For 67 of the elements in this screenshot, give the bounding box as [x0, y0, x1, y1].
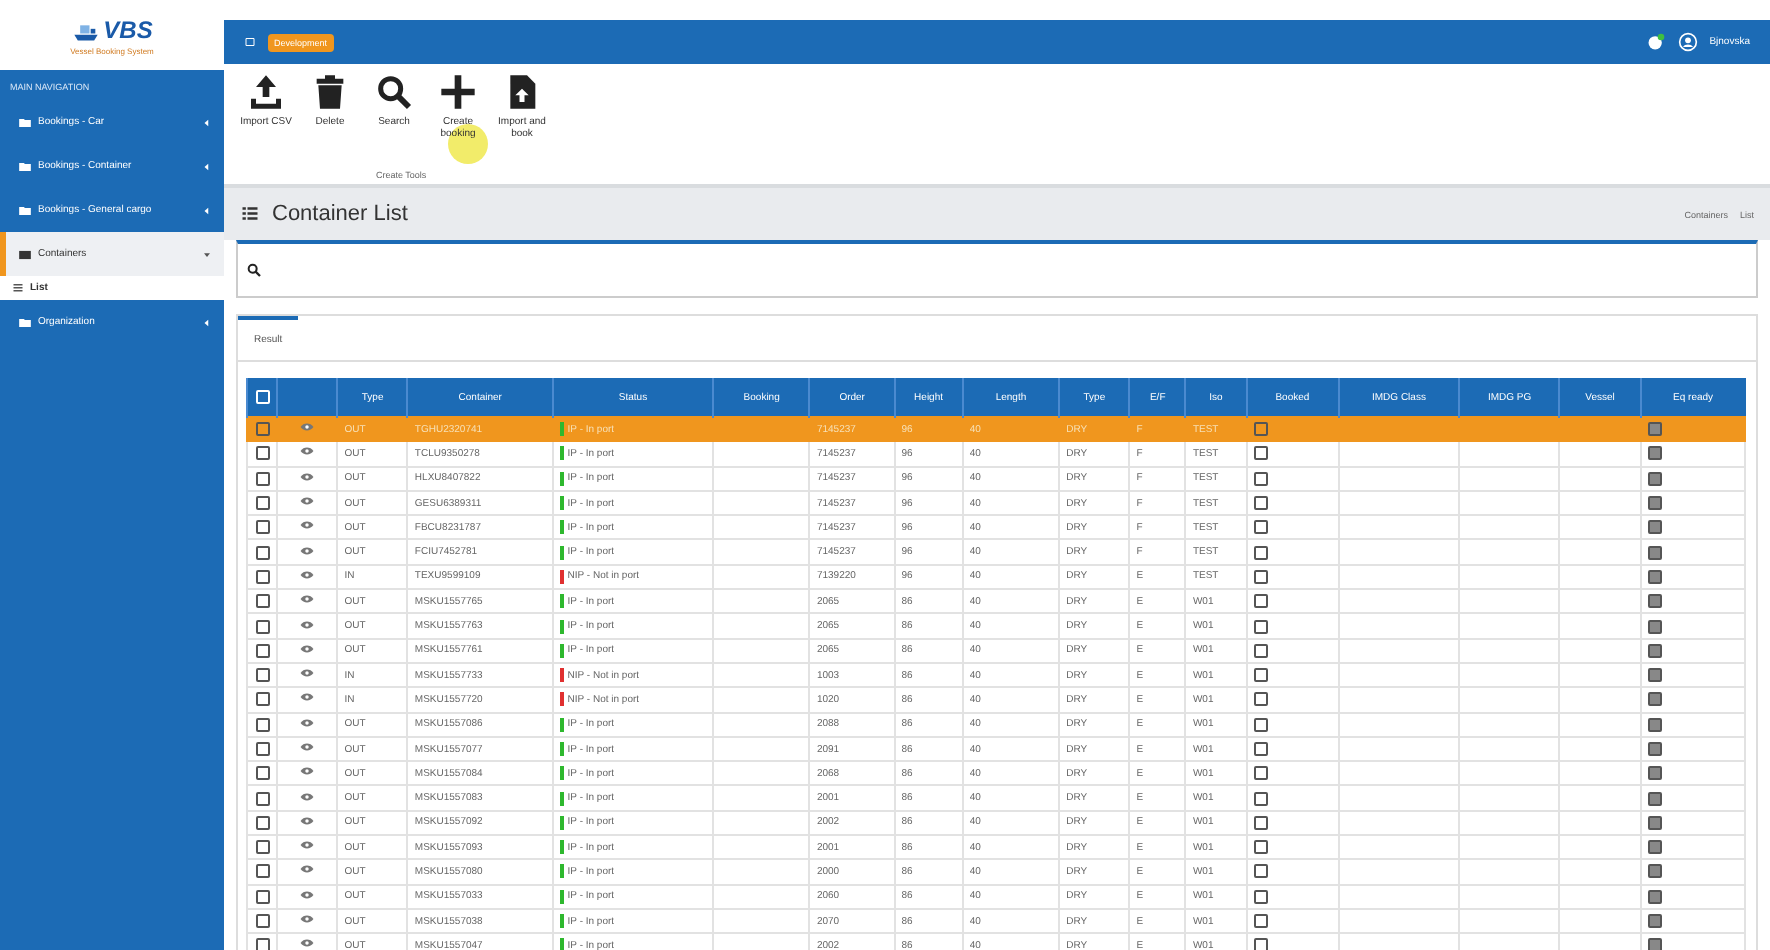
search-field[interactable]	[236, 240, 1758, 298]
eye-icon[interactable]	[300, 912, 315, 927]
row-checkbox[interactable]	[255, 471, 270, 486]
eye-icon[interactable]	[300, 887, 315, 902]
row-checkbox[interactable]	[255, 791, 270, 806]
window-icon[interactable]	[244, 36, 256, 48]
search-icon	[374, 72, 414, 112]
caret-icon	[202, 205, 212, 215]
select-all-checkbox[interactable]	[255, 390, 270, 404]
upload-icon	[246, 72, 286, 112]
user-icon[interactable]	[1677, 32, 1698, 52]
eye-icon[interactable]	[300, 469, 315, 484]
row-checkbox[interactable]	[255, 692, 270, 707]
eye-icon[interactable]	[300, 690, 315, 705]
notification-icon[interactable]	[1645, 32, 1666, 52]
logo-text: VBS	[103, 15, 153, 43]
eye-icon[interactable]	[300, 592, 315, 607]
row-checkbox[interactable]	[255, 545, 270, 560]
caret-icon	[202, 117, 212, 127]
eye-icon[interactable]	[300, 740, 315, 754]
folder-icon	[18, 315, 32, 329]
row-checkbox[interactable]	[255, 938, 270, 950]
folder-icon	[18, 115, 32, 129]
eye-icon[interactable]	[300, 715, 315, 730]
row-checkbox[interactable]	[255, 742, 270, 756]
eye-icon[interactable]	[300, 838, 315, 853]
list-icon	[12, 282, 24, 294]
row-checkbox[interactable]	[255, 594, 270, 609]
folder-icon	[18, 159, 32, 173]
plus-icon	[438, 72, 478, 112]
row-checkbox[interactable]	[255, 815, 270, 830]
eye-icon[interactable]	[300, 567, 315, 582]
caret-icon	[202, 161, 212, 171]
eye-icon[interactable]	[300, 420, 315, 435]
eye-icon[interactable]	[300, 617, 315, 632]
row-checkbox[interactable]	[255, 643, 270, 658]
eye-icon[interactable]	[300, 813, 315, 828]
eye-icon[interactable]	[300, 666, 315, 681]
eye-icon[interactable]	[300, 494, 315, 509]
eye-icon[interactable]	[300, 518, 315, 533]
row-checkbox[interactable]	[255, 496, 270, 511]
row-checkbox[interactable]	[255, 520, 270, 535]
eye-icon[interactable]	[300, 641, 315, 656]
eye-icon[interactable]	[300, 543, 315, 558]
grid-icon	[18, 247, 32, 261]
row-checkbox[interactable]	[255, 717, 270, 732]
row-checkbox[interactable]	[255, 668, 270, 683]
row-checkbox[interactable]	[255, 889, 270, 904]
list-icon	[240, 204, 260, 224]
row-checkbox[interactable]	[255, 446, 270, 461]
row-checkbox[interactable]	[255, 864, 270, 879]
eye-icon[interactable]	[300, 862, 315, 877]
row-checkbox[interactable]	[255, 422, 270, 437]
row-checkbox[interactable]	[255, 569, 270, 584]
eye-icon[interactable]	[300, 764, 315, 779]
eye-icon[interactable]	[300, 789, 315, 804]
folder-icon	[18, 203, 32, 217]
row-checkbox[interactable]	[255, 914, 270, 929]
page-title: Container List	[272, 202, 408, 226]
row-checkbox[interactable]	[255, 619, 270, 634]
row-checkbox[interactable]	[255, 766, 270, 781]
caret-icon	[202, 249, 212, 259]
row-checkbox[interactable]	[255, 840, 270, 855]
caret-icon	[202, 317, 212, 327]
search-icon	[246, 262, 262, 278]
eye-icon[interactable]	[300, 936, 315, 950]
eye-icon[interactable]	[300, 444, 315, 459]
